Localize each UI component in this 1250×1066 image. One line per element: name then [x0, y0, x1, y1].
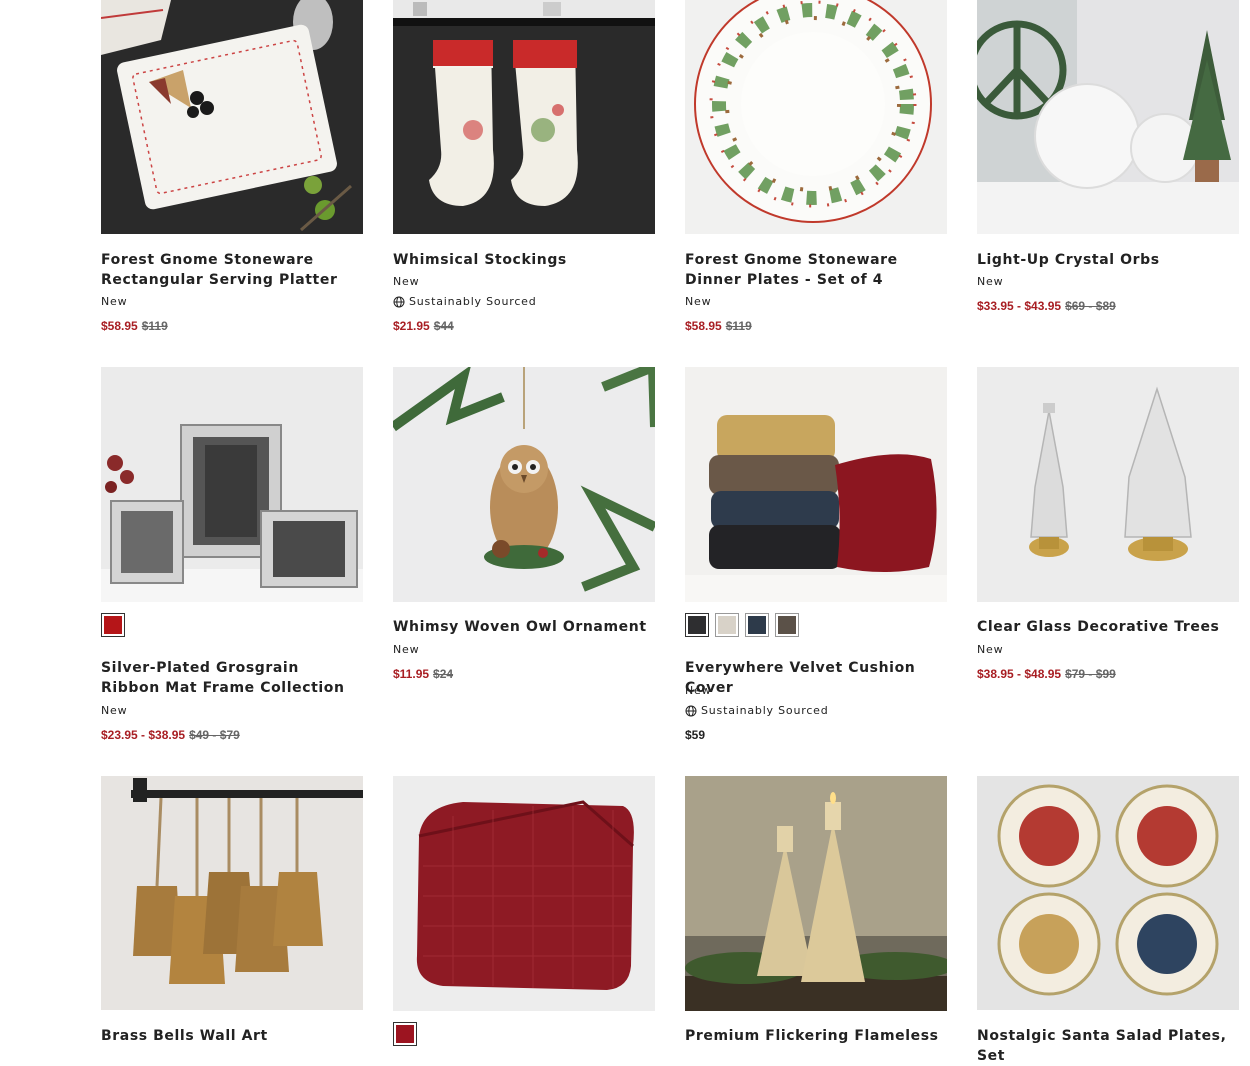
color-swatch[interactable]	[715, 613, 739, 637]
product-image[interactable]	[685, 0, 947, 234]
product-card[interactable]	[393, 776, 655, 1052]
product-card[interactable]: Whimsical Stockings New Sustainably Sour…	[393, 0, 655, 345]
new-badge: New	[977, 643, 1004, 656]
product-image[interactable]	[101, 367, 363, 602]
product-card[interactable]: Whimsy Woven Owl Ornament New $11.95 $24	[393, 367, 655, 752]
product-title[interactable]: Forest Gnome Stoneware Dinner Plates - S…	[685, 250, 947, 290]
product-price: $21.95 $44	[393, 319, 454, 333]
color-swatch[interactable]	[745, 613, 769, 637]
original-price: $69 - $89	[1065, 299, 1116, 313]
original-price: $119	[725, 319, 752, 333]
new-badge: New	[393, 275, 420, 288]
original-price: $119	[141, 319, 168, 333]
product-image[interactable]	[393, 776, 655, 1011]
color-swatch[interactable]	[393, 1022, 417, 1046]
new-badge: New	[977, 275, 1004, 288]
product-card[interactable]: Clear Glass Decorative Trees New $38.95 …	[977, 367, 1239, 752]
sale-price: $33.95 - $43.95	[977, 299, 1062, 313]
product-title[interactable]: Whimsy Woven Owl Ornament	[393, 617, 655, 637]
product-card[interactable]: Nostalgic Santa Salad Plates, Set	[977, 776, 1239, 1064]
product-image[interactable]	[393, 0, 655, 234]
product-title[interactable]: Clear Glass Decorative Trees	[977, 617, 1239, 637]
product-title[interactable]: Silver-Plated Grosgrain Ribbon Mat Frame…	[101, 658, 363, 698]
color-swatch[interactable]	[685, 613, 709, 637]
product-image[interactable]	[685, 776, 947, 1011]
product-image[interactable]	[977, 776, 1239, 1010]
product-image[interactable]	[101, 776, 363, 1010]
product-card[interactable]: Premium Flickering Flameless	[685, 776, 947, 1052]
product-price: $11.95 $24	[393, 667, 453, 681]
sale-price: $11.95	[393, 667, 430, 681]
sustainability-text: Sustainably Sourced	[409, 295, 537, 308]
original-price: $44	[433, 319, 454, 333]
product-image[interactable]	[393, 367, 655, 602]
product-card[interactable]: Forest Gnome Stoneware Dinner Plates - S…	[685, 0, 947, 345]
new-badge: New	[685, 295, 712, 308]
sale-price: $58.95	[685, 319, 722, 333]
sale-price: $21.95	[393, 319, 430, 333]
original-price: $49 - $79	[189, 728, 240, 742]
sustainability-text: Sustainably Sourced	[701, 704, 829, 717]
globe-icon	[685, 705, 697, 716]
product-image[interactable]	[685, 367, 947, 602]
sustainability-label: Sustainably Sourced	[685, 704, 829, 717]
product-card[interactable]: Light-Up Crystal Orbs New $33.95 - $43.9…	[977, 0, 1239, 345]
color-swatches	[685, 613, 799, 637]
sale-price: $23.95 - $38.95	[101, 728, 186, 742]
product-title[interactable]: Premium Flickering Flameless	[685, 1026, 947, 1046]
color-swatches	[101, 613, 125, 637]
new-badge: New	[101, 295, 128, 308]
sustainability-label: Sustainably Sourced	[393, 295, 537, 308]
color-swatch[interactable]	[101, 613, 125, 637]
product-price: $58.95 $119	[685, 319, 752, 333]
product-title[interactable]: Forest Gnome Stoneware Rectangular Servi…	[101, 250, 363, 290]
product-price: $59	[685, 728, 705, 742]
product-title[interactable]: Light-Up Crystal Orbs	[977, 250, 1239, 270]
product-price: $58.95 $119	[101, 319, 168, 333]
product-title[interactable]: Whimsical Stockings	[393, 250, 655, 270]
product-image[interactable]	[977, 0, 1239, 234]
original-price: $79 - $99	[1065, 667, 1116, 681]
new-badge: New	[393, 643, 420, 656]
product-card[interactable]: Brass Bells Wall Art	[101, 776, 363, 1052]
product-card[interactable]: Everywhere Velvet Cushion Cover New Sust…	[685, 367, 947, 752]
product-title[interactable]: Brass Bells Wall Art	[101, 1026, 363, 1046]
color-swatches	[393, 1022, 417, 1046]
product-image[interactable]	[977, 367, 1239, 602]
new-badge: New	[685, 684, 712, 697]
color-swatch[interactable]	[775, 613, 799, 637]
product-card[interactable]: Silver-Plated Grosgrain Ribbon Mat Frame…	[101, 367, 363, 752]
sale-price: $38.95 - $48.95	[977, 667, 1062, 681]
new-badge: New	[101, 704, 128, 717]
product-image[interactable]	[101, 0, 363, 234]
product-card[interactable]: Forest Gnome Stoneware Rectangular Servi…	[101, 0, 363, 345]
regular-price: $59	[685, 728, 706, 742]
product-price: $38.95 - $48.95 $79 - $99	[977, 667, 1116, 681]
product-title[interactable]: Everywhere Velvet Cushion Cover	[685, 658, 947, 698]
original-price: $24	[433, 667, 454, 681]
globe-icon	[393, 296, 405, 307]
sale-price: $58.95	[101, 319, 138, 333]
product-price: $33.95 - $43.95 $69 - $89	[977, 299, 1116, 313]
product-price: $23.95 - $38.95 $49 - $79	[101, 728, 240, 742]
product-title[interactable]: Nostalgic Santa Salad Plates, Set	[977, 1026, 1239, 1066]
